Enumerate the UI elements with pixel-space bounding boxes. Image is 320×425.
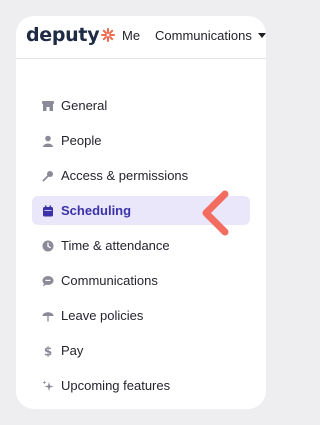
top-nav-bar: deputy Me Communications bbox=[16, 16, 266, 59]
menu-item-label: Pay bbox=[61, 343, 84, 358]
menu-item-people[interactable]: People bbox=[32, 126, 250, 155]
menu-item-label: Access & permissions bbox=[61, 168, 189, 183]
deputy-logo[interactable]: deputy bbox=[26, 24, 116, 46]
clock-icon bbox=[42, 240, 54, 252]
menu-item-upcoming-features[interactable]: Upcoming features bbox=[32, 371, 250, 400]
svg-text:$: $ bbox=[44, 345, 52, 357]
menu-item-label: Scheduling bbox=[61, 203, 132, 218]
menu-item-communications[interactable]: Communications bbox=[32, 266, 250, 295]
menu-item-general[interactable]: General bbox=[32, 91, 250, 120]
logo-text: deputy bbox=[26, 24, 100, 46]
building-icon bbox=[42, 100, 54, 112]
chat-icon bbox=[42, 275, 54, 287]
chevron-down-icon bbox=[257, 33, 266, 38]
menu-item-label: Leave policies bbox=[61, 308, 144, 323]
nav-communications-dropdown[interactable]: Communications bbox=[155, 28, 266, 43]
calendar-icon bbox=[42, 205, 54, 217]
nav-communications-label: Communications bbox=[155, 28, 252, 43]
menu-item-pay[interactable]: $ Pay bbox=[32, 336, 250, 365]
dollar-icon: $ bbox=[42, 345, 54, 357]
menu-item-label: Time & attendance bbox=[61, 238, 170, 253]
umbrella-icon bbox=[42, 310, 54, 322]
menu-item-label: General bbox=[61, 98, 108, 113]
logo-sunburst-icon bbox=[101, 28, 116, 42]
menu-item-label: Upcoming features bbox=[61, 378, 171, 393]
menu-item-label: Communications bbox=[61, 273, 158, 288]
menu-item-access-permissions[interactable]: Access & permissions bbox=[32, 161, 250, 190]
menu-item-label: People bbox=[61, 133, 102, 148]
sparkle-icon bbox=[42, 380, 54, 392]
nav-me-link[interactable]: Me bbox=[122, 28, 140, 43]
person-icon bbox=[42, 135, 54, 147]
pointer-arrow-icon bbox=[202, 190, 229, 236]
menu-item-leave-policies[interactable]: Leave policies bbox=[32, 301, 250, 330]
key-icon bbox=[42, 170, 54, 182]
